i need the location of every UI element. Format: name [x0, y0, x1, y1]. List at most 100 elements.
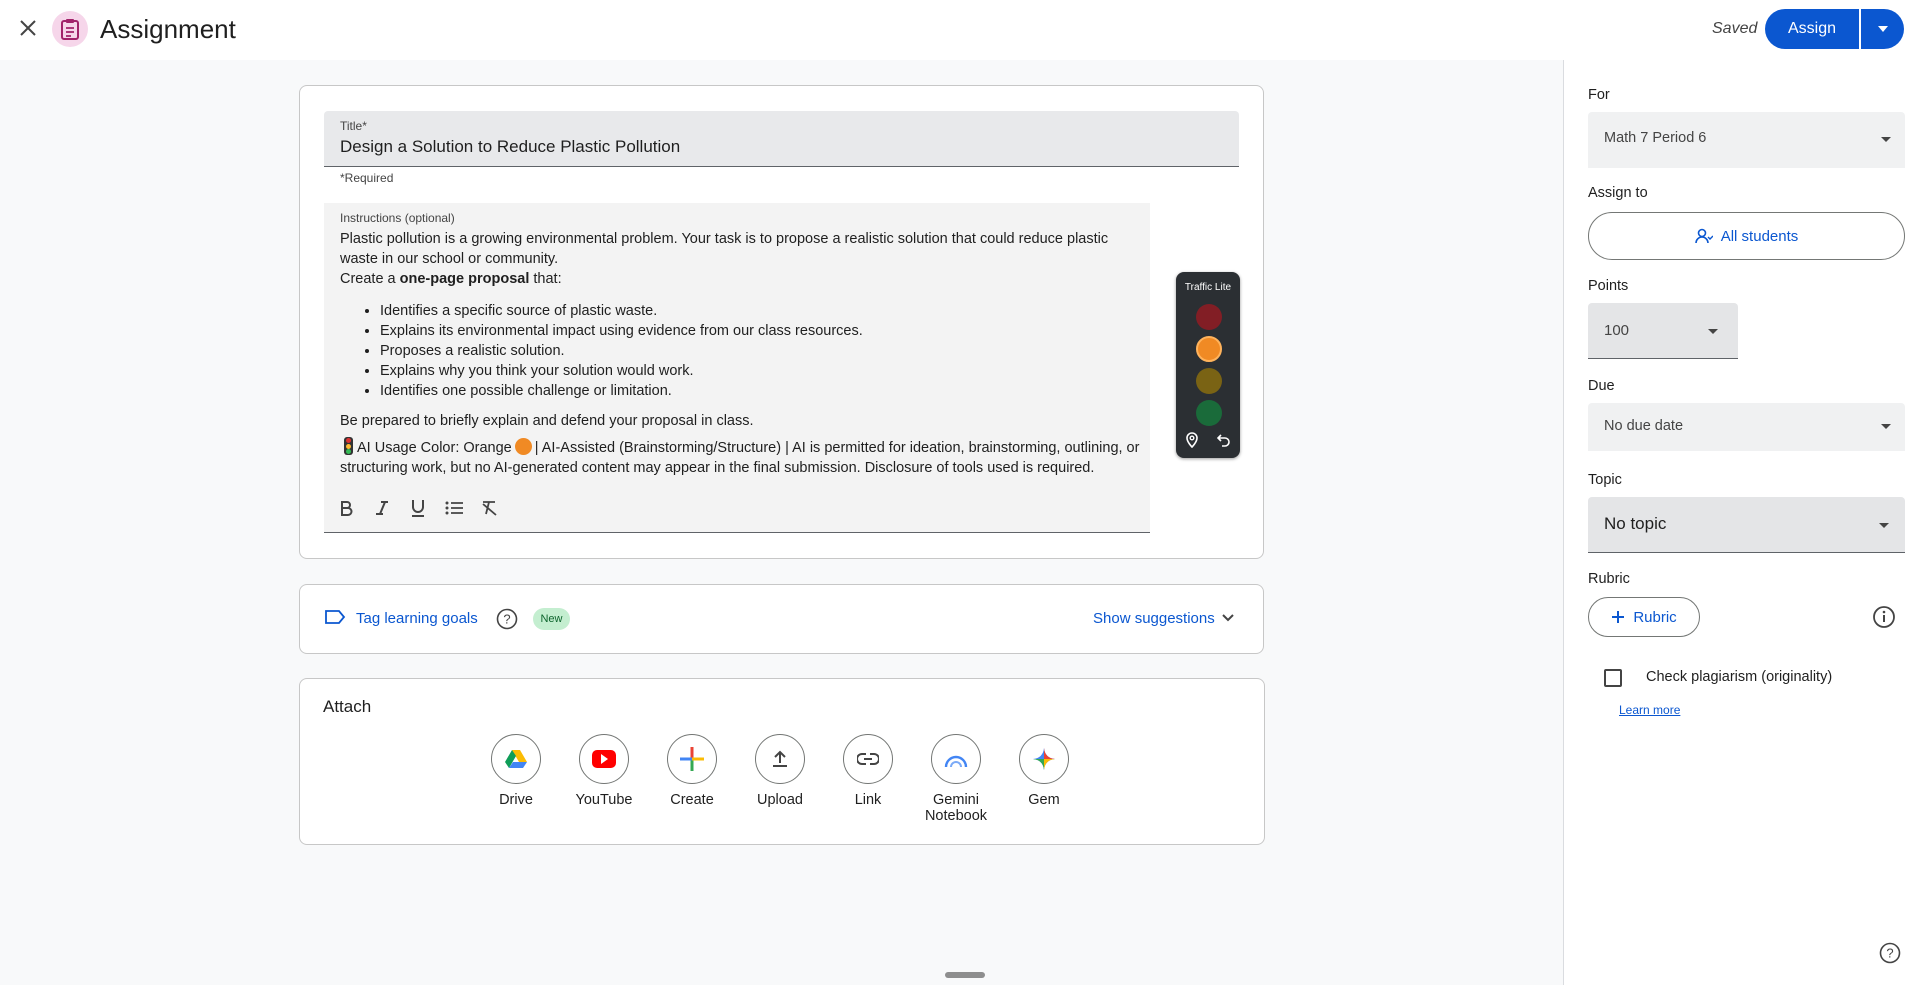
add-rubric-button[interactable]: Rubric	[1588, 597, 1700, 637]
top-bar: Assignment Saved Assign	[0, 0, 1920, 60]
instructions-label: Instructions (optional)	[340, 211, 455, 225]
traffic-lite-widget: Traffic Lite	[1176, 272, 1240, 458]
instructions-field[interactable]: Instructions (optional) Plastic pollutio…	[324, 203, 1150, 533]
attach-card: Attach Drive YouTube Create Upload Link …	[299, 678, 1265, 845]
close-icon	[20, 20, 36, 36]
plus-multicolor-icon	[680, 747, 704, 771]
chevron-down-icon[interactable]	[1221, 611, 1235, 630]
drive-icon	[505, 750, 527, 768]
clear-formatting-button[interactable]	[476, 493, 504, 523]
help-icon[interactable]: ?	[496, 608, 518, 635]
topic-value: No topic	[1604, 514, 1667, 533]
list-item: Explains its environmental impact using …	[380, 321, 1140, 341]
list-item: Proposes a realistic solution.	[380, 341, 1140, 361]
plus-icon	[1612, 611, 1625, 623]
show-suggestions-button[interactable]: Show suggestions	[1093, 610, 1215, 627]
required-note: *Required	[340, 171, 394, 185]
gem-sparkle-icon	[1033, 748, 1055, 770]
assignment-details-card: Title* Design a Solution to Reduce Plast…	[299, 85, 1264, 559]
title-input[interactable]: Design a Solution to Reduce Plastic Poll…	[340, 137, 680, 157]
rubric-label: Rubric	[1588, 571, 1630, 587]
plagiarism-checkbox[interactable]	[1604, 669, 1622, 687]
title-label: Title*	[340, 119, 367, 133]
list-item: Explains why you think your solution wou…	[380, 361, 1140, 381]
svg-text:?: ?	[503, 612, 510, 627]
page-title: Assignment	[100, 14, 236, 44]
upload-icon	[773, 750, 787, 767]
location-pin-icon	[1186, 432, 1198, 448]
tag-learning-goals-link[interactable]: Tag learning goals	[356, 610, 478, 627]
attach-gem-button[interactable]: Gem	[989, 734, 1099, 808]
for-label: For	[1588, 87, 1610, 103]
assign-button[interactable]: Assign	[1765, 9, 1859, 49]
info-icon[interactable]	[1872, 605, 1896, 634]
class-select-value: Math 7 Period 6	[1604, 130, 1707, 146]
saved-status: Saved	[1712, 20, 1758, 37]
due-label: Due	[1588, 378, 1615, 394]
instructions-input[interactable]: Plastic pollution is a growing environme…	[340, 229, 1140, 478]
instructions-para-2: Create a one-page proposal that:	[340, 271, 562, 287]
caret-down-icon	[1877, 26, 1888, 32]
new-badge: New	[533, 608, 570, 630]
points-label: Points	[1588, 278, 1629, 294]
instructions-bullets: Identifies a specific source of plastic …	[380, 301, 1140, 401]
traffic-light-emoji-icon	[344, 437, 353, 455]
link-icon	[857, 753, 879, 765]
underline-button[interactable]	[404, 493, 432, 523]
class-select[interactable]: Math 7 Period 6	[1588, 112, 1905, 168]
traffic-lite-title: Traffic Lite	[1184, 282, 1232, 293]
title-field[interactable]: Title* Design a Solution to Reduce Plast…	[324, 111, 1239, 167]
attach-title: Attach	[323, 697, 372, 716]
main-content: Title* Design a Solution to Reduce Plast…	[0, 60, 1563, 985]
person-icon	[1694, 228, 1713, 244]
youtube-icon	[592, 750, 616, 768]
rubric-button-label: Rubric	[1633, 608, 1677, 626]
learn-more-link[interactable]: Learn more	[1619, 703, 1680, 717]
bulleted-list-icon	[445, 501, 463, 515]
topic-label: Topic	[1588, 472, 1622, 488]
learning-goals-card: Tag learning goals ? New Show suggestion…	[299, 584, 1264, 654]
caret-down-icon	[1881, 424, 1891, 429]
all-students-button[interactable]: All students	[1588, 212, 1905, 260]
bold-icon	[341, 501, 353, 516]
assign-options-button[interactable]	[1861, 9, 1904, 49]
green-light-button[interactable]	[1196, 400, 1222, 426]
underline-icon	[412, 500, 424, 517]
caret-down-icon	[1881, 137, 1891, 142]
bold-button[interactable]	[332, 493, 360, 523]
instructions-para-1: Plastic pollution is a growing environme…	[340, 231, 1109, 267]
notebook-icon	[944, 755, 968, 768]
ai-usage-line: AI Usage Color: Orange | AI-Assisted (Bra…	[340, 437, 1140, 478]
due-date-select[interactable]: No due date	[1588, 403, 1905, 451]
italic-button[interactable]	[368, 493, 396, 523]
list-item: Identifies a specific source of plastic …	[380, 301, 1140, 321]
italic-icon	[376, 501, 388, 515]
svg-text:?: ?	[1886, 946, 1893, 961]
topic-select[interactable]: No topic	[1588, 497, 1905, 553]
location-button[interactable]	[1182, 430, 1202, 450]
caret-down-icon	[1708, 329, 1718, 334]
points-select[interactable]: 100	[1588, 303, 1738, 359]
red-light-button[interactable]	[1196, 304, 1222, 330]
orange-circle-icon	[514, 438, 532, 455]
points-value: 100	[1604, 322, 1630, 339]
assignment-icon	[52, 11, 88, 47]
close-button[interactable]	[14, 14, 42, 42]
tag-icon	[324, 609, 346, 630]
resize-handle[interactable]	[945, 972, 985, 978]
undo-button[interactable]	[1214, 430, 1234, 450]
orange-light-button[interactable]	[1196, 336, 1222, 362]
instructions-para-3: Be prepared to briefly explain and defen…	[340, 413, 754, 429]
yellow-light-button[interactable]	[1196, 368, 1222, 394]
all-students-label: All students	[1720, 227, 1799, 245]
clear-formatting-icon	[482, 501, 497, 516]
formatting-toolbar	[332, 493, 504, 523]
help-icon[interactable]: ?	[1879, 942, 1901, 969]
caret-down-icon	[1879, 523, 1889, 528]
list-item: Identifies one possible challenge or lim…	[380, 381, 1140, 401]
undo-icon	[1217, 434, 1230, 447]
assign-to-label: Assign to	[1588, 185, 1648, 201]
plagiarism-label: Check plagiarism (originality)	[1646, 669, 1833, 685]
settings-panel: For Math 7 Period 6 Assign to All studen…	[1563, 60, 1920, 985]
bulleted-list-button[interactable]	[440, 493, 468, 523]
